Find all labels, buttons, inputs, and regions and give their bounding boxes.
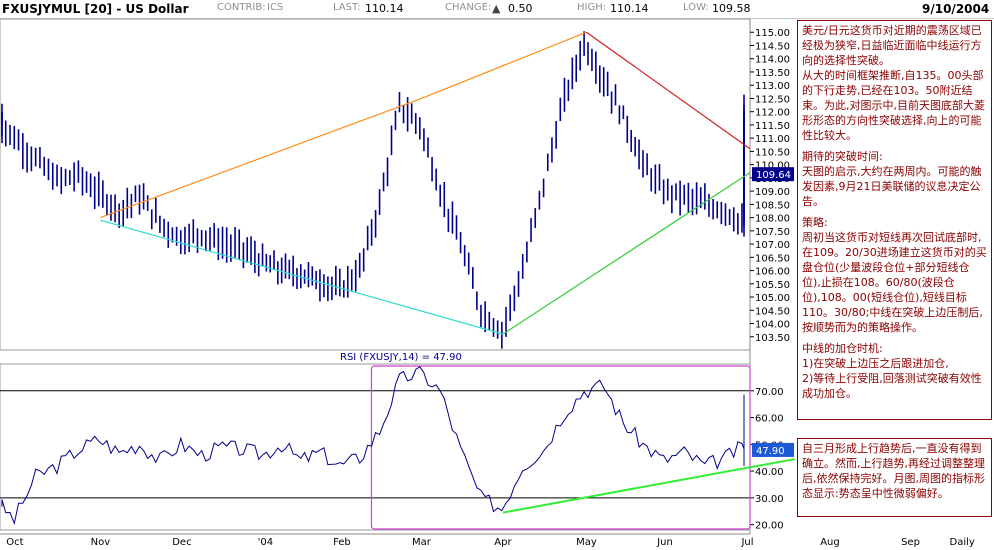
rsi-tick-label: 40.00 xyxy=(755,467,784,478)
x-tick-label: '04 xyxy=(258,537,273,548)
x-axis: Oct Nov Dec '04 Feb Mar Apr May Jun Jul Aug Sep Dail… xyxy=(0,533,975,548)
y-tick-label: 112.00 xyxy=(755,108,790,119)
rsi-tick-label: 30.00 xyxy=(755,494,784,505)
x-tick-label: May xyxy=(576,537,597,548)
y-tick-label: 112.50 xyxy=(755,94,790,105)
y-tick-label: 104.50 xyxy=(755,306,790,317)
x-tick-label: Feb xyxy=(333,537,351,548)
y-tick-label: 114.00 xyxy=(755,55,790,66)
x-tick-label: Jul xyxy=(740,537,753,548)
rsi-tick-label: 20.00 xyxy=(755,521,784,532)
x-tick-label: Dec xyxy=(172,537,191,548)
analysis-note: 美元/日元这货币对近期的震荡区域已经极为狭窄,日益临近面临中线运行方向的选择性突… xyxy=(797,20,992,420)
x-tick-label: Apr xyxy=(494,537,512,548)
y-tick-label: 111.50 xyxy=(755,121,790,132)
y-tick-label: 109.00 xyxy=(755,187,790,198)
y-tick-label: 107.50 xyxy=(755,227,790,238)
x-tick-label: Daily xyxy=(950,537,975,548)
y-tick-label: 107.00 xyxy=(755,240,790,251)
y-tick-label: 111.00 xyxy=(755,134,790,145)
y-tick-label: 115.00 xyxy=(755,28,790,39)
rsi-tick-label: 60.00 xyxy=(755,414,784,425)
note-paragraph: 中线的加仓时机: 1)在突破上边压之后跟进加仓, 2)等待上行受阻,回落测试突破… xyxy=(802,342,982,400)
y-tick-label: 108.50 xyxy=(755,200,790,211)
rsi-title: RSI (FXUSJY,14) = 47.90 xyxy=(340,352,462,363)
y-tick-label: 103.50 xyxy=(755,333,790,344)
y-tick-label: 108.00 xyxy=(755,214,790,225)
note-paragraph: 自三月形成上行趋势后,一直没有得到确立。然而,上行趋势,再经过调整整理后,依然保… xyxy=(802,442,985,500)
note-paragraph: 策略: 周初当这货币对短线再次回试底部时,在109。20/30进场建立这货币对的… xyxy=(802,216,987,334)
y-tick-label: 106.00 xyxy=(755,267,790,278)
y-tick-label: 114.50 xyxy=(755,41,790,52)
last-price-label: 109.64 xyxy=(756,170,791,181)
rsi-tick-label: 70.00 xyxy=(755,387,784,398)
y-tick-label: 106.50 xyxy=(755,253,790,264)
y-tick-label: 110.50 xyxy=(755,147,790,158)
rsi-panel: RSI (FXUSJY,14) = 47.9070.0060.0050.0040… xyxy=(0,352,796,532)
y-tick-label: 113.00 xyxy=(755,81,790,92)
y-tick-label: 105.00 xyxy=(755,293,790,304)
x-tick-label: Sep xyxy=(901,537,920,548)
y-tick-label: 104.00 xyxy=(755,320,790,331)
y-tick-label: 105.50 xyxy=(755,280,790,291)
x-tick-label: Nov xyxy=(91,537,111,548)
rsi-note: 自三月形成上行趋势后,一直没有得到确立。然而,上行趋势,再经过调整整理后,依然保… xyxy=(797,438,992,517)
x-tick-label: Jun xyxy=(656,537,673,548)
x-tick-label: Mar xyxy=(412,537,432,548)
y-tick-label: 113.50 xyxy=(755,68,790,79)
note-paragraph: 美元/日元这货币对近期的震荡区域已经极为狭窄,日益临近面临中线运行方向的选择性突… xyxy=(802,24,985,142)
rsi-value-label: 47.90 xyxy=(756,446,785,457)
note-paragraph: 期待的突破时间: 天图的启示,大约在两周内。可能的触发因素,9月21日美联储的议… xyxy=(802,150,982,208)
x-tick-label: Aug xyxy=(820,537,840,548)
rsi-plot-area xyxy=(0,363,751,531)
x-tick-label: Oct xyxy=(6,537,23,548)
